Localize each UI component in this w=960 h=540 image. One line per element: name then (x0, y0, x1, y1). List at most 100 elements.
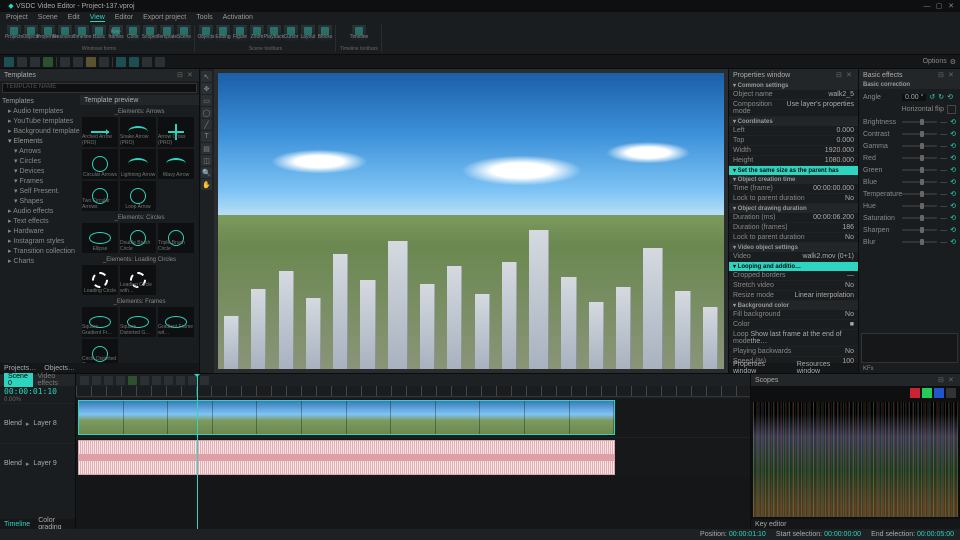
prop-row[interactable]: Stretch videoNo (729, 281, 858, 291)
tl-tool-icon[interactable] (176, 376, 185, 385)
menu-scene[interactable]: Scene (38, 14, 58, 21)
effect-red[interactable]: Red—⟲ (863, 152, 956, 164)
prop-row[interactable]: Left0.000 (729, 126, 858, 136)
tool-icon[interactable] (129, 57, 139, 67)
tool-icon[interactable] (142, 57, 152, 67)
effect-brightness[interactable]: Brightness—⟲ (863, 116, 956, 128)
ribbon-cursor-tools[interactable]: Cursor (284, 25, 298, 41)
tool-icon[interactable] (43, 57, 53, 67)
tree-item[interactable]: ▸ Audio effects (2, 206, 78, 216)
tree-item[interactable]: ▸ Text effects (2, 216, 78, 226)
prop-row[interactable]: Videowalk2.mov (0+1) (729, 252, 858, 262)
tree-item[interactable]: ▾ Devices (2, 166, 78, 176)
close-panel-icon[interactable]: ✕ (948, 376, 956, 384)
ellipse-tool-icon[interactable]: ◯ (201, 107, 212, 118)
ribbon-zoom-tools[interactable]: Zoom (250, 25, 264, 41)
tl-tool-icon[interactable] (80, 376, 89, 385)
tree-item[interactable]: ▾ Shapes (2, 196, 78, 206)
menu-editor[interactable]: Editor (115, 14, 133, 21)
ribbon-figure-tools[interactable]: Figure (233, 25, 247, 41)
preview-canvas[interactable] (218, 73, 724, 369)
prop-row[interactable]: Duration (ms)00:00:06.200 (729, 213, 858, 223)
scene-tab[interactable]: Scene 0 Video effects (0, 374, 75, 386)
prop-row[interactable]: Lock to parent durationNo (729, 233, 858, 243)
tree-item[interactable]: ▾ Frames (2, 176, 78, 186)
scope-mode-icon[interactable] (910, 388, 920, 398)
template-circular-arrows[interactable]: Circular Arrows (82, 149, 118, 179)
video-track[interactable] (76, 397, 750, 437)
hand-tool-icon[interactable]: ✋ (201, 179, 212, 190)
template-arrow-cross-pro-[interactable]: Arrow Cross (PRO) (158, 117, 194, 147)
audio-clip[interactable] (78, 440, 615, 475)
ribbon-editing-tools[interactable]: Editing (216, 25, 230, 41)
tree-item[interactable]: ▾ Arrows (2, 146, 78, 156)
track-header-1[interactable]: Blend▸Layer 9 (0, 443, 75, 483)
effect-sharpen[interactable]: Sharpen—⟲ (863, 224, 956, 236)
tl-tool-icon[interactable] (164, 376, 173, 385)
template-triple-brush-circle[interactable]: Triple Brush Circle (158, 223, 194, 253)
scope-mode-icon[interactable] (946, 388, 956, 398)
tree-item[interactable]: ▸ Background templates (2, 126, 78, 136)
prop-group[interactable]: ▾ Common settings (729, 81, 858, 90)
ribbon-blocks-tools[interactable]: Blocks (318, 25, 332, 41)
gear-icon[interactable]: ⚙ (950, 58, 956, 66)
tool-icon[interactable] (17, 57, 27, 67)
ribbon-projects-explorer[interactable]: Projects (7, 25, 21, 41)
template-square-gradient-fr-[interactable]: Square Gradient Fr… (82, 307, 118, 337)
left-footer-tabs[interactable]: Projects…Objects… (0, 363, 199, 373)
tl-tool-icon[interactable] (152, 376, 161, 385)
tree-item[interactable]: ▸ Instagram styles (2, 236, 78, 246)
rotate-ccw-icon[interactable]: ↺ (929, 93, 935, 101)
flip-checkbox[interactable] (947, 105, 956, 114)
template-ellipse[interactable]: Ellipse (82, 223, 118, 253)
prop-row[interactable]: Loop modeShow last frame at the end of t… (729, 330, 858, 347)
prop-row[interactable]: Cropped borders— (729, 271, 858, 281)
effect-saturation[interactable]: Saturation—⟲ (863, 212, 956, 224)
prop-row[interactable]: Height1080.000 (729, 156, 858, 166)
prop-group[interactable]: ▾ Looping and additio… (729, 262, 858, 271)
chart-tool-icon[interactable]: ▤ (201, 143, 212, 154)
properties-footer-tabs[interactable]: Properties windowResources window (729, 363, 858, 373)
ribbon-resources[interactable]: Resources (58, 25, 72, 41)
scope-mode-icon[interactable] (922, 388, 932, 398)
close-panel-icon[interactable]: ✕ (948, 71, 956, 79)
tool-icon[interactable] (99, 57, 109, 67)
menu-export-project[interactable]: Export project (143, 14, 186, 21)
maximize-icon[interactable]: ▢ (934, 1, 944, 11)
ribbon-scopes[interactable]: Scopes (143, 25, 157, 41)
tool-icon[interactable] (116, 57, 126, 67)
ribbon-key-frames[interactable]: Key-frames (109, 25, 123, 41)
prop-group[interactable]: ▾ Object drawing duration (729, 204, 858, 213)
tree-item[interactable]: ▸ Transition collection (2, 246, 78, 256)
audio-track[interactable] (76, 437, 750, 477)
template-circle-distorted-gr-[interactable]: Circle Distorted Gr… (82, 339, 118, 363)
tool-icon[interactable] (60, 57, 70, 67)
prop-row[interactable]: Resize modeLinear interpolation (729, 291, 858, 301)
template-loading-circle-with-[interactable]: Loading Circle with… (120, 265, 156, 295)
pin-icon[interactable]: ⊟ (836, 71, 844, 79)
menu-edit[interactable]: Edit (68, 14, 80, 21)
effects-group[interactable]: Basic correction (859, 81, 960, 89)
ribbon-template-window[interactable]: Template (160, 25, 174, 41)
crop-tool-icon[interactable]: ◫ (201, 155, 212, 166)
close-panel-icon[interactable]: ✕ (187, 71, 195, 79)
tool-icon[interactable] (4, 57, 14, 67)
tree-item[interactable]: ▸ Charts (2, 256, 78, 266)
effect-hue[interactable]: Hue—⟲ (863, 200, 956, 212)
ribbon-scene-preview[interactable]: Scene (177, 25, 191, 41)
rotate-cw-icon[interactable]: ↻ (938, 93, 944, 101)
tl-tool-icon[interactable] (200, 376, 209, 385)
timeline-footer-tabs[interactable]: TimelineColor grading (0, 519, 75, 529)
zoom-tool-icon[interactable]: 🔍 (201, 167, 212, 178)
effect-gamma[interactable]: Gamma—⟲ (863, 140, 956, 152)
ribbon-basic-effects[interactable]: Basic (92, 25, 106, 41)
prop-row[interactable]: Color■ (729, 320, 858, 330)
template-loading-circle[interactable]: Loading Circle (82, 265, 118, 295)
template-double-brush-circle[interactable]: Double Brush Circle (120, 223, 156, 253)
template-tree[interactable]: Templates▸ Audio templates▸ YouTube temp… (0, 95, 80, 363)
menu-view[interactable]: View (90, 14, 105, 22)
prop-group[interactable]: ▾ Object creation time (729, 175, 858, 184)
prop-group[interactable]: ▾ Coordinates (729, 117, 858, 126)
tree-item[interactable]: Templates (2, 97, 78, 106)
template-snake-arrow-pro-[interactable]: Snake Arrow (PRO) (120, 117, 156, 147)
